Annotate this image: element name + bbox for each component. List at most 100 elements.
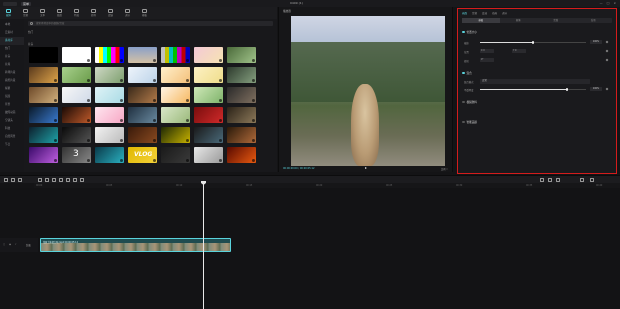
material-thumbnail[interactable]	[62, 67, 91, 83]
tool-transition[interactable]: 转场	[88, 9, 99, 17]
tool-template[interactable]: 模板	[139, 9, 150, 17]
link-icon[interactable]	[548, 178, 552, 182]
player-aspect-controls[interactable]: 比例 ⛶	[441, 167, 448, 171]
toggle-dot-icon[interactable]	[462, 100, 465, 104]
download-icon[interactable]	[120, 99, 123, 102]
minimize-button[interactable]: —	[600, 1, 603, 5]
tool-sticker[interactable]: 贴纸	[54, 9, 65, 17]
material-thumbnail[interactable]	[95, 147, 124, 163]
download-icon[interactable]	[252, 59, 255, 62]
material-thumbnail[interactable]	[227, 47, 256, 63]
sidebar-item[interactable]: 热门	[0, 45, 24, 53]
download-icon[interactable]	[186, 139, 189, 142]
material-thumbnail[interactable]	[161, 127, 190, 143]
download-icon[interactable]	[87, 159, 90, 162]
download-icon[interactable]	[186, 99, 189, 102]
keyframe-icon[interactable]	[605, 58, 609, 62]
close-button[interactable]: ×	[613, 1, 616, 5]
sidebar-item[interactable]: 空镜头	[0, 117, 24, 125]
material-thumbnail[interactable]	[194, 47, 223, 63]
sidebar-item[interactable]: 云素材	[0, 29, 24, 37]
cover-label[interactable]: 封面	[26, 243, 31, 247]
crop-icon[interactable]	[80, 178, 84, 182]
sidebar-item[interactable]: 故障动画	[0, 109, 24, 117]
scale-value-box[interactable]: 100%	[590, 40, 602, 44]
maximize-button[interactable]: □	[607, 1, 610, 5]
sidebar-item[interactable]: 氛围	[0, 93, 24, 101]
material-thumbnail[interactable]	[62, 107, 91, 123]
download-icon[interactable]	[153, 139, 156, 142]
download-icon[interactable]	[219, 59, 222, 62]
tool-media[interactable]: 媒体	[3, 9, 14, 17]
rotate-field[interactable]: 0°	[480, 58, 494, 62]
material-thumbnail[interactable]	[161, 67, 190, 83]
blend-mode-select[interactable]: 正常	[480, 79, 590, 84]
download-icon[interactable]	[87, 119, 90, 122]
download-icon[interactable]	[120, 79, 123, 82]
material-thumbnail[interactable]	[29, 127, 58, 143]
material-thumbnail[interactable]: VLOG	[128, 147, 157, 163]
material-thumbnail[interactable]	[227, 107, 256, 123]
sidebar-item[interactable]: 片头	[0, 53, 24, 61]
download-icon[interactable]	[252, 119, 255, 122]
download-icon[interactable]	[54, 79, 57, 82]
material-thumbnail[interactable]	[95, 87, 124, 103]
mute-icon[interactable]: ♪	[15, 243, 17, 246]
material-thumbnail[interactable]	[161, 107, 190, 123]
material-thumbnail[interactable]	[227, 87, 256, 103]
material-thumbnail[interactable]	[128, 87, 157, 103]
group-stabilize[interactable]: 视频防抖	[462, 100, 477, 104]
sidebar-item[interactable]: 科技	[0, 125, 24, 133]
inspector-subtab[interactable]: 蒙版	[537, 18, 575, 23]
material-thumbnail[interactable]	[95, 127, 124, 143]
material-thumbnail[interactable]	[29, 107, 58, 123]
zoom-in-icon[interactable]	[590, 178, 594, 182]
delete-icon[interactable]	[45, 178, 49, 182]
download-icon[interactable]	[252, 139, 255, 142]
download-icon[interactable]	[153, 99, 156, 102]
download-icon[interactable]	[219, 79, 222, 82]
toggle-dot-icon[interactable]	[462, 30, 465, 34]
video-preview[interactable]	[291, 16, 445, 166]
select-tool-icon[interactable]	[4, 178, 8, 182]
material-thumbnail[interactable]	[95, 47, 124, 63]
download-icon[interactable]	[153, 79, 156, 82]
download-icon[interactable]	[219, 139, 222, 142]
material-thumbnail[interactable]	[95, 107, 124, 123]
inspector-tab[interactable]: 调节	[502, 11, 507, 15]
opacity-slider[interactable]	[480, 88, 586, 91]
tool-adjust[interactable]: 调节	[122, 9, 133, 17]
download-icon[interactable]	[252, 159, 255, 162]
toggle-dot-icon[interactable]	[462, 120, 465, 124]
eye-icon[interactable]: ◉	[9, 243, 11, 246]
material-thumbnail[interactable]: 3	[62, 147, 91, 163]
freeze-icon[interactable]	[52, 178, 56, 182]
keyframe-icon[interactable]	[605, 40, 609, 44]
material-thumbnail[interactable]	[95, 67, 124, 83]
inspector-tab[interactable]: 变速	[482, 11, 487, 15]
opacity-slider-knob[interactable]	[565, 88, 569, 91]
tool-filter[interactable]: 滤镜	[105, 9, 116, 17]
redo-icon[interactable]	[18, 178, 22, 182]
material-thumbnail[interactable]	[29, 147, 58, 163]
download-icon[interactable]	[54, 59, 57, 62]
download-icon[interactable]	[186, 59, 189, 62]
scale-slider-knob[interactable]	[531, 41, 535, 44]
material-thumbnail[interactable]	[194, 87, 223, 103]
material-thumbnail[interactable]	[29, 67, 58, 83]
sidebar-item[interactable]: 转场片段	[0, 69, 24, 77]
material-thumbnail[interactable]	[194, 147, 223, 163]
menu-button[interactable]: 菜单	[21, 1, 32, 6]
download-icon[interactable]	[120, 119, 123, 122]
group-position-size[interactable]: 位置大小	[462, 30, 477, 34]
inspector-subtab[interactable]: 抠像	[500, 18, 538, 23]
tool-effects[interactable]: 特效	[71, 9, 82, 17]
sidebar-item[interactable]: 自然风景	[0, 133, 24, 141]
reverse-icon[interactable]	[59, 178, 63, 182]
material-thumbnail[interactable]	[194, 127, 223, 143]
sidebar-item[interactable]: 搞笑片段	[0, 77, 24, 85]
download-icon[interactable]	[219, 159, 222, 162]
download-icon[interactable]	[87, 79, 90, 82]
scale-slider[interactable]	[480, 41, 586, 44]
group-blend[interactable]: 混合	[462, 71, 472, 75]
